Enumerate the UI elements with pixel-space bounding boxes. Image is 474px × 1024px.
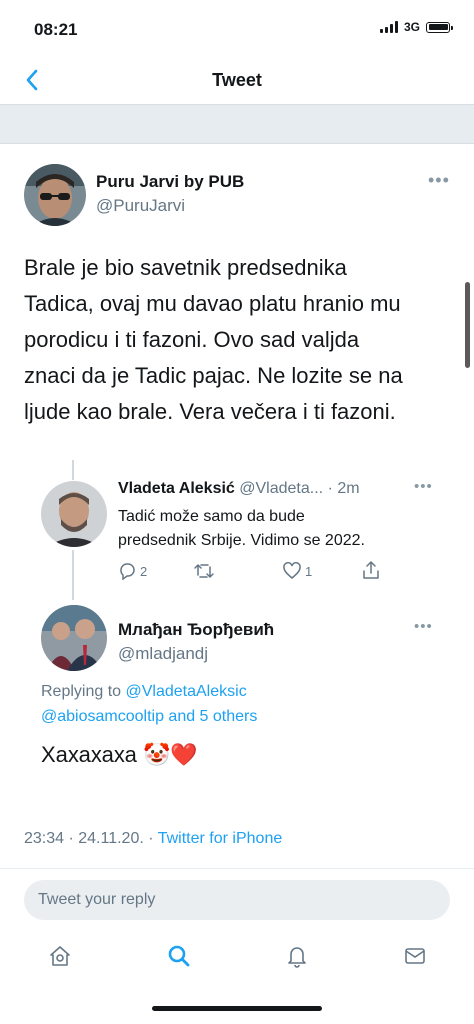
reply-author-name[interactable]: Vladeta Aleksić — [118, 480, 235, 497]
comment-icon — [120, 563, 135, 580]
tweet-timestamp: 23:34 · 24.11.20. · — [24, 830, 158, 847]
tweet-line: porodicu i ti fazoni. Ovo sad valjda — [24, 327, 360, 352]
header-divider-band — [0, 104, 474, 144]
reply-text: Tadić može samo da bude predsednik Srbij… — [118, 505, 365, 553]
tweet-line: ljude kao brale. Vera večera i ti fazoni… — [24, 399, 396, 424]
network-label: 3G — [403, 20, 420, 34]
reply-avatar[interactable] — [41, 481, 107, 547]
reply-count: 2 — [140, 563, 148, 579]
tweet-line: Brale je bio savetnik predsednika — [24, 255, 347, 280]
replying-prefix: Replying to — [41, 683, 126, 700]
more-icon[interactable]: ••• — [414, 618, 433, 635]
status-time: 08:21 — [34, 20, 78, 39]
reply-text: Хахахаха 🤡❤️ — [41, 742, 198, 768]
signal-icon — [379, 21, 398, 33]
reply-text-body: Хахахаха — [41, 742, 137, 767]
tweet-line: znaci da je Tadic pajac. Ne lozite se na — [24, 363, 403, 388]
heart-icon — [283, 562, 301, 579]
replying-to: Replying to @VladetaAleksic — [41, 683, 247, 701]
tweet-source-link[interactable]: Twitter for iPhone — [158, 830, 283, 847]
reply-author-name[interactable]: Млађан Ђорђевић — [118, 620, 274, 640]
tweet-meta: 23:34 · 24.11.20. · Twitter for iPhone — [24, 830, 282, 848]
replying-to-others-link[interactable]: @abiosamcooltip and 5 others — [41, 708, 257, 726]
tab-notifications[interactable] — [283, 942, 311, 970]
like-action[interactable]: 1 — [283, 562, 312, 580]
tab-home[interactable] — [46, 942, 74, 970]
reply-line: predsednik Srbije. Vidimo se 2022. — [118, 532, 365, 549]
reply-emoji: 🤡❤️ — [143, 742, 198, 767]
reply-avatar[interactable] — [41, 605, 107, 671]
like-count: 1 — [305, 563, 313, 579]
reply-author-handle[interactable]: @Vladeta... — [239, 480, 323, 497]
tab-search[interactable] — [165, 942, 193, 970]
reply-input[interactable]: Tweet your reply — [24, 880, 450, 920]
status-indicators: 3G — [379, 20, 453, 34]
reply-header: Vladeta Aleksić @Vladeta... · 2m — [118, 480, 360, 498]
more-icon[interactable]: ••• — [428, 170, 450, 191]
reply-time: · 2m — [327, 480, 360, 497]
share-action[interactable] — [362, 560, 380, 580]
thread-connector — [72, 460, 74, 480]
mail-icon — [405, 948, 425, 964]
divider — [0, 868, 474, 869]
reply-author-handle[interactable]: @mladjandj — [118, 644, 208, 664]
author-name[interactable]: Puru Jarvi by PUB — [96, 172, 244, 192]
tweet-line: Tadica, ovaj mu davao platu hranio mu — [24, 291, 401, 316]
retweet-action[interactable] — [194, 562, 214, 580]
bell-icon — [288, 947, 306, 968]
home-indicator — [152, 1006, 322, 1011]
thread-connector — [72, 550, 74, 600]
search-icon — [168, 945, 190, 967]
author-avatar[interactable] — [24, 164, 86, 226]
battery-icon — [426, 21, 453, 33]
tweet-text: Brale je bio savetnik predsednika Tadica… — [24, 250, 454, 430]
tab-messages[interactable] — [401, 942, 429, 970]
home-icon — [50, 946, 70, 966]
share-icon — [363, 561, 379, 579]
scrollbar[interactable] — [465, 282, 470, 368]
replying-to-link[interactable]: @VladetaAleksic — [126, 683, 247, 700]
more-icon[interactable]: ••• — [414, 478, 433, 495]
reply-action[interactable]: 2 — [118, 562, 147, 580]
page-title: Tweet — [212, 70, 262, 90]
reply-line: Tadić može samo da bude — [118, 508, 305, 525]
author-handle[interactable]: @PuruJarvi — [96, 196, 185, 216]
retweet-icon — [194, 564, 214, 578]
